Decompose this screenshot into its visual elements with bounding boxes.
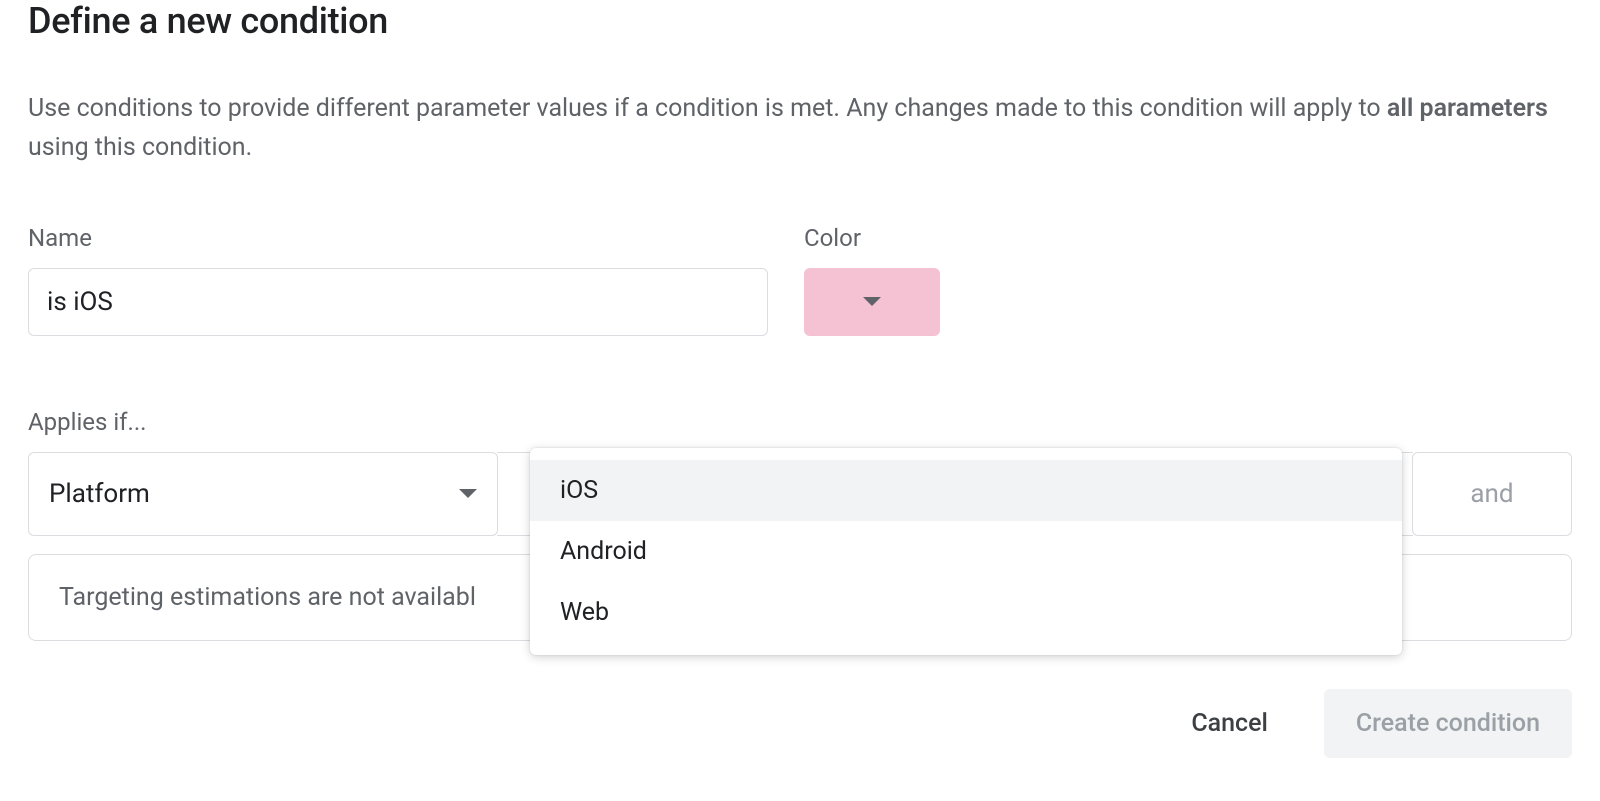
description-bold: all parameters	[1387, 94, 1548, 123]
color-group: Color	[804, 224, 944, 336]
color-picker-button[interactable]	[804, 268, 940, 336]
applies-label: Applies if...	[28, 408, 1572, 436]
dropdown-item-web[interactable]: Web	[530, 582, 1402, 643]
name-color-row: Name Color	[28, 224, 1572, 336]
color-label: Color	[804, 224, 944, 252]
chevron-down-icon	[863, 297, 881, 306]
name-group: Name	[28, 224, 768, 336]
dropdown-item-android[interactable]: Android	[530, 521, 1402, 582]
applies-section: Applies if... Platform and iOS Android W…	[28, 408, 1572, 641]
condition-type-select[interactable]: Platform	[28, 452, 498, 536]
and-button[interactable]: and	[1412, 452, 1572, 536]
name-input[interactable]	[28, 268, 768, 336]
platform-dropdown-menu: iOS Android Web	[530, 448, 1402, 655]
condition-row: Platform and iOS Android Web	[28, 452, 1572, 536]
dialog-actions: Cancel Create condition	[28, 689, 1572, 758]
dialog-title: Define a new condition	[28, 0, 1572, 42]
condition-type-value: Platform	[49, 479, 150, 509]
description-text-after: using this condition.	[28, 133, 252, 162]
description-text-before: Use conditions to provide different para…	[28, 94, 1387, 123]
dropdown-item-ios[interactable]: iOS	[530, 460, 1402, 521]
dialog-description: Use conditions to provide different para…	[28, 90, 1572, 168]
chevron-down-icon	[459, 489, 477, 498]
create-condition-button[interactable]: Create condition	[1324, 689, 1572, 758]
cancel-button[interactable]: Cancel	[1159, 689, 1300, 758]
name-label: Name	[28, 224, 768, 252]
